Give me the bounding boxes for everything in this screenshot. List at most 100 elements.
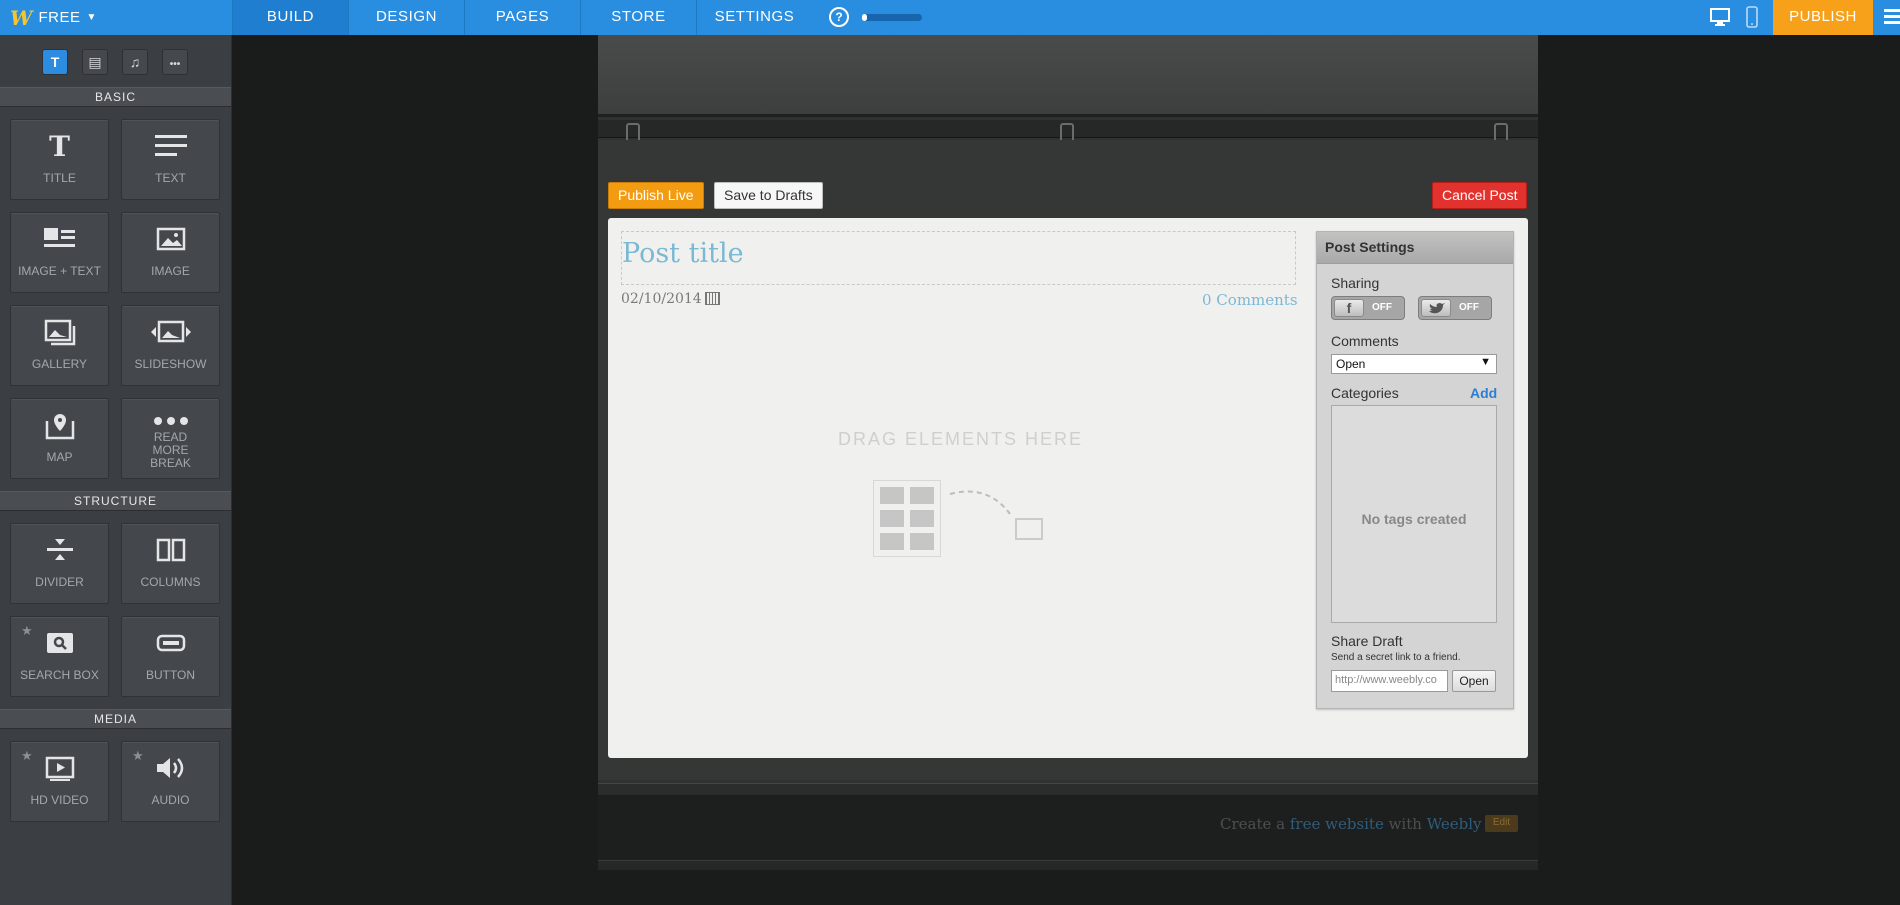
footer-band (598, 783, 1538, 795)
media-elements: ★ HD VIDEO ★ AUDIO (0, 729, 231, 834)
element-image[interactable]: IMAGE (121, 212, 220, 293)
element-label: IMAGE (151, 264, 190, 278)
section-media: MEDIA (0, 709, 231, 729)
facebook-toggle[interactable]: f OFF (1331, 296, 1405, 320)
footer-text: with (1383, 815, 1427, 833)
nav-store[interactable]: STORE (580, 0, 696, 35)
publish-live-button[interactable]: Publish Live (608, 182, 704, 209)
element-text[interactable]: TEXT (121, 119, 220, 200)
element-map[interactable]: MAP (10, 398, 109, 479)
element-label: IMAGE + TEXT (18, 264, 101, 278)
comments-select[interactable]: Open ▼ (1331, 354, 1497, 374)
chevron-down-icon: ▼ (86, 12, 97, 23)
element-gallery[interactable]: GALLERY (10, 305, 109, 386)
audio-icon (122, 754, 219, 786)
element-read-more-break[interactable]: READ MORE BREAK (121, 398, 220, 479)
menu-icon[interactable] (1884, 9, 1900, 27)
nav-build[interactable]: BUILD (232, 0, 348, 35)
categories-label: Categories (1331, 385, 1399, 401)
drop-zone-hint: DRAG ELEMENTS HERE (838, 429, 1084, 449)
divider-icon (11, 536, 108, 568)
drag-grid-icon (873, 480, 941, 557)
footer-edit-badge[interactable]: Edit (1485, 815, 1518, 832)
music-icon: ♫ (129, 54, 141, 70)
tab-layouts[interactable]: ▤ (82, 49, 108, 75)
mobile-view-icon[interactable] (1741, 6, 1763, 28)
add-category-link[interactable]: Add (1470, 385, 1497, 401)
post-title-placeholder: Post title (622, 238, 744, 269)
element-label: GALLERY (31, 357, 88, 371)
top-bar: W FREE ▼ BUILD DESIGN PAGES STORE SETTIN… (0, 0, 1900, 35)
columns-icon (122, 536, 219, 568)
footer-weebly-link[interactable]: Weebly (1427, 815, 1482, 833)
save-progress-fill (862, 14, 867, 21)
weebly-logo-icon: W (10, 5, 33, 30)
nav-pages[interactable]: PAGES (464, 0, 580, 35)
element-title[interactable]: T TITLE (10, 119, 109, 200)
element-label: SEARCH BOX (20, 668, 99, 682)
sharing-label: Sharing (1331, 275, 1380, 291)
button-icon (122, 629, 219, 661)
nav-design[interactable]: DESIGN (348, 0, 464, 35)
footer-free-website-link[interactable]: free website (1290, 815, 1384, 833)
share-draft-hint: Send a secret link to a friend. (1331, 652, 1461, 663)
element-hd-video[interactable]: ★ HD VIDEO (10, 741, 109, 822)
tab-more[interactable]: ••• (162, 49, 188, 75)
post-settings-heading: Post Settings (1317, 232, 1513, 264)
element-label: BUTTON (145, 668, 196, 682)
text-icon: T (50, 54, 60, 70)
open-draft-button[interactable]: Open (1452, 670, 1496, 692)
footer-text: Create a (1220, 815, 1290, 833)
text-lines-icon (122, 132, 219, 164)
help-icon[interactable]: ? (829, 7, 849, 27)
element-label: MAP (46, 450, 73, 464)
gallery-icon (11, 318, 108, 350)
chevron-down-icon: ▼ (1480, 356, 1491, 368)
element-audio[interactable]: ★ AUDIO (121, 741, 220, 822)
image-icon (122, 225, 219, 257)
element-slideshow[interactable]: SLIDESHOW (121, 305, 220, 386)
element-sidebar: T ▤ ♫ ••• BASIC T TITLE TEXT IMAGE + TEX… (0, 35, 232, 905)
twitter-toggle-state: OFF (1459, 302, 1479, 313)
element-label: COLUMNS (140, 575, 201, 589)
more-icon: ••• (169, 59, 181, 70)
save-drafts-button[interactable]: Save to Drafts (714, 182, 823, 209)
sidebar-tabs: T ▤ ♫ ••• (0, 35, 231, 87)
comments-select-value: Open (1336, 357, 1366, 371)
element-label: TITLE (43, 171, 76, 185)
element-button[interactable]: BUTTON (121, 616, 220, 697)
tab-media[interactable]: ♫ (122, 49, 148, 75)
twitter-icon (1421, 299, 1451, 317)
section-structure: STRUCTURE (0, 491, 231, 511)
element-label: TEXT (155, 171, 186, 185)
nav-settings[interactable]: SETTINGS (696, 0, 812, 35)
element-divider[interactable]: DIVIDER (10, 523, 109, 604)
page-header-band (598, 35, 1538, 117)
post-date[interactable]: 02/10/2014 (621, 291, 702, 307)
no-tags-message: No tags created (1361, 511, 1467, 527)
video-icon (11, 754, 108, 786)
layout-icon: ▤ (88, 54, 102, 70)
section-basic: BASIC (0, 87, 231, 107)
element-label: AUDIO (151, 793, 190, 807)
element-image-text[interactable]: IMAGE + TEXT (10, 212, 109, 293)
share-draft-url-input[interactable]: http://www.weebly.co (1331, 670, 1448, 692)
element-columns[interactable]: COLUMNS (121, 523, 220, 604)
calendar-icon[interactable] (705, 292, 720, 305)
twitter-toggle[interactable]: OFF (1418, 296, 1492, 320)
drag-arrow-icon (949, 490, 1011, 515)
image-text-icon (11, 225, 108, 257)
facebook-toggle-state: OFF (1372, 302, 1392, 313)
plan-menu[interactable]: W FREE ▼ (10, 0, 97, 35)
element-label: DIVIDER (35, 575, 84, 589)
desktop-view-icon[interactable] (1709, 6, 1731, 28)
share-draft-label: Share Draft (1331, 633, 1403, 649)
comments-link[interactable]: 0 Comments (1202, 291, 1298, 309)
element-search-box[interactable]: ★ SEARCH BOX (10, 616, 109, 697)
map-pin-icon (11, 411, 108, 443)
tab-elements[interactable]: T (42, 49, 68, 75)
publish-button[interactable]: PUBLISH (1773, 0, 1873, 35)
slideshow-icon (122, 318, 219, 350)
element-label: SLIDESHOW (134, 357, 207, 371)
cancel-post-button[interactable]: Cancel Post (1432, 182, 1528, 209)
